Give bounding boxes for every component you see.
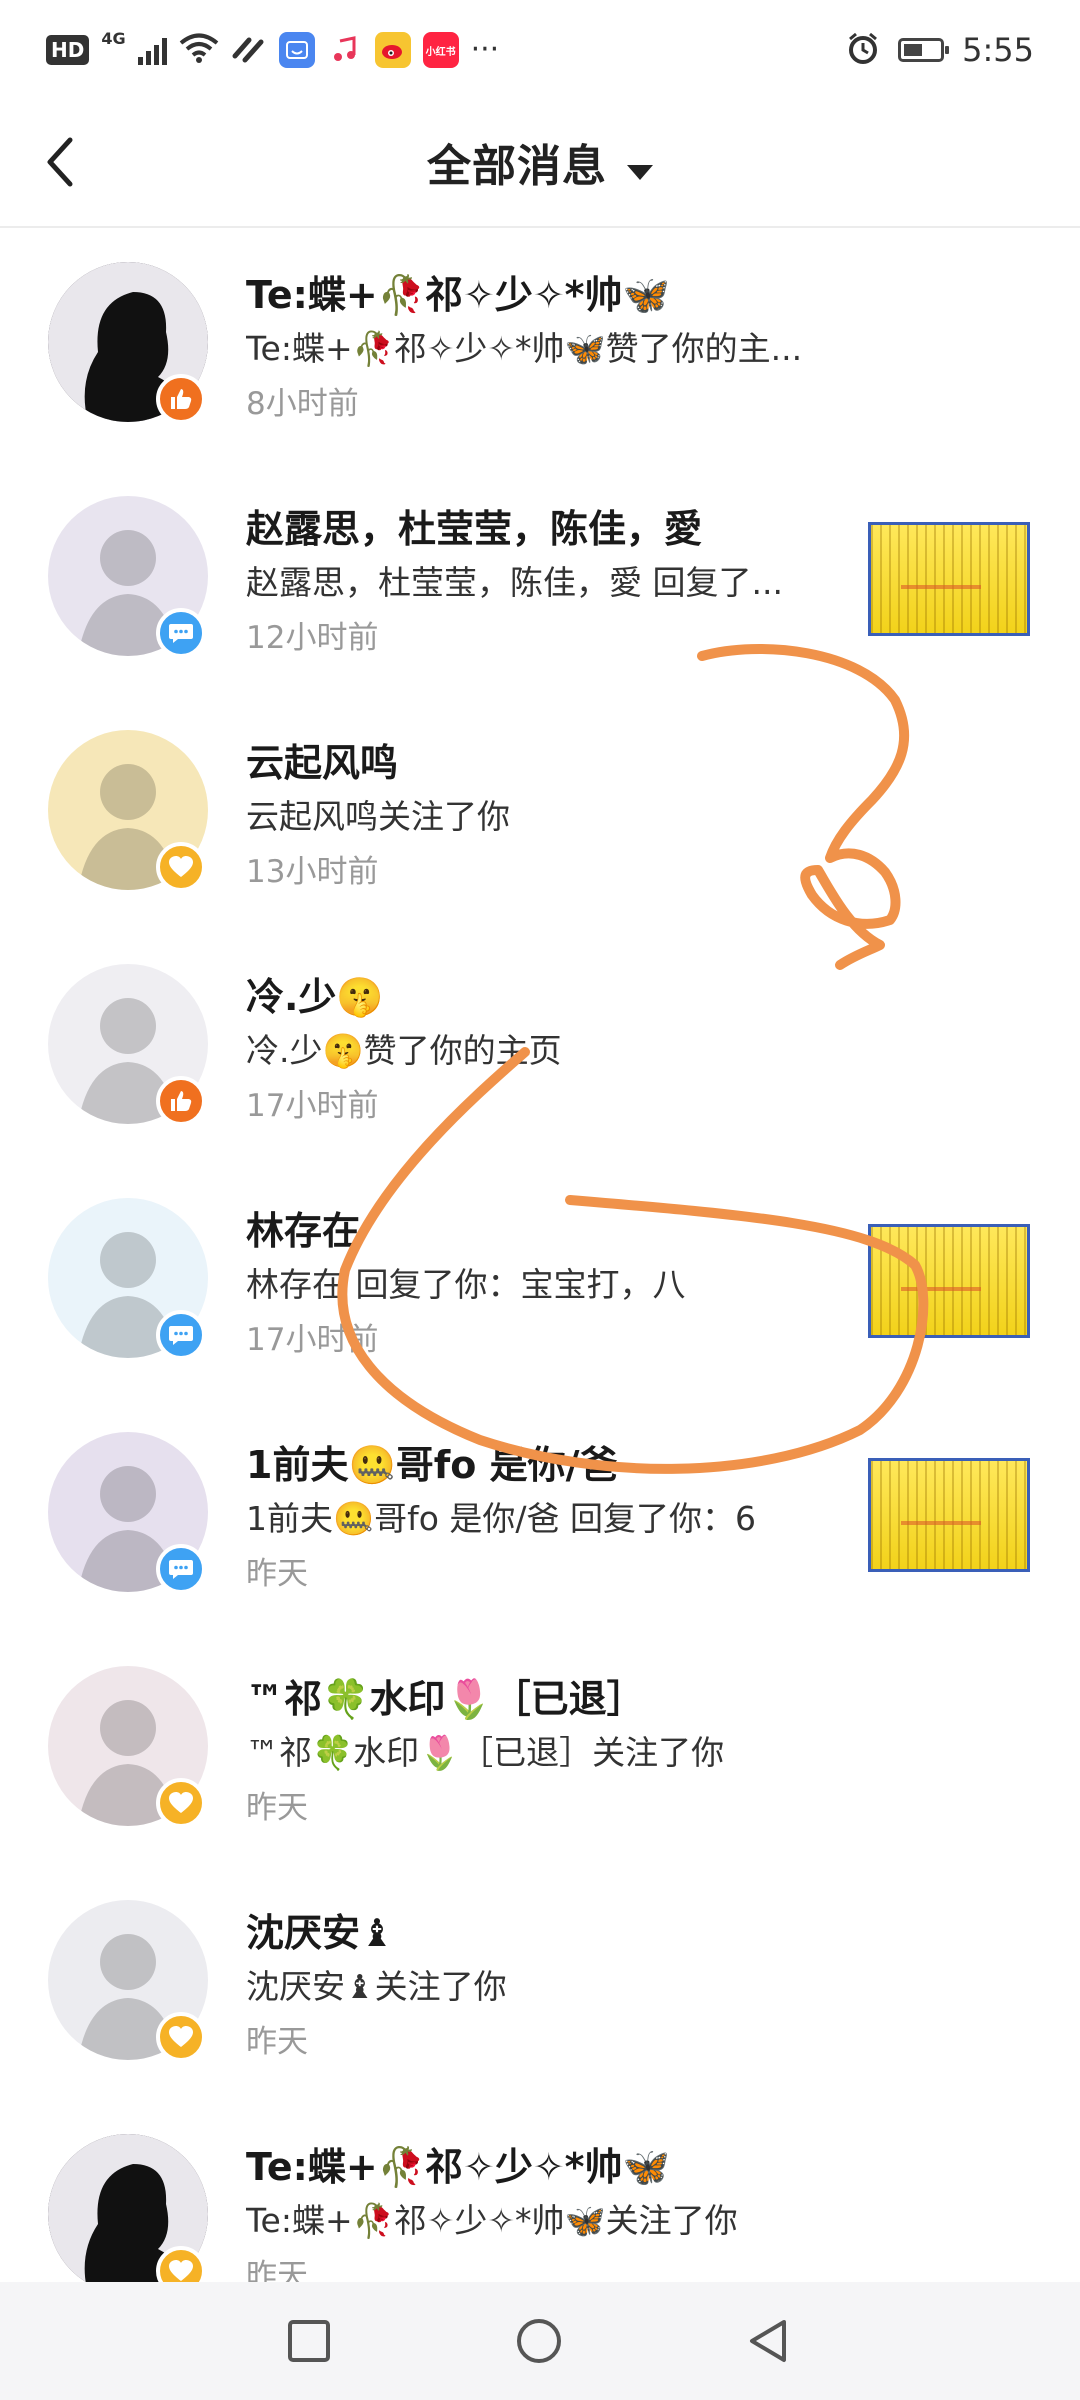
message-text: Te:蝶+🥀祁✧少✧*帅🦋赞了你的主... xyxy=(246,329,803,368)
message-item[interactable]: 赵露思，杜莹莹，陈佳，愛 赵露思，杜莹莹，陈佳，愛 回复了... 12小时前 xyxy=(0,460,1080,694)
comment-badge-icon xyxy=(156,1310,206,1360)
music-icon xyxy=(327,32,363,68)
message-filter-dropdown[interactable]: 全部消息 xyxy=(0,130,1080,194)
network-type: 4G xyxy=(101,28,126,48)
message-time: 昨天 xyxy=(246,2024,308,2060)
message-time: 昨天 xyxy=(246,1790,308,1826)
message-time: 17小时前 xyxy=(246,1088,379,1124)
link-icon xyxy=(231,32,267,68)
system-navigation-bar xyxy=(0,2282,1080,2400)
message-item[interactable]: 沈厌安♝ 沈厌安♝关注了你 昨天 xyxy=(0,1864,1080,2098)
message-time: 8小时前 xyxy=(246,386,359,422)
post-thumbnail[interactable] xyxy=(868,1458,1030,1572)
xiaohongshu-icon: 小红书 xyxy=(422,32,459,68)
caret-down-icon xyxy=(627,165,653,180)
sender-name[interactable]: 云起风鸣 xyxy=(246,732,398,787)
status-bar-right: 5:55 xyxy=(846,28,1034,72)
follow-badge-icon xyxy=(156,1778,206,1828)
message-text: Te:蝶+🥀祁✧少✧*帅🦋关注了你 xyxy=(246,2201,738,2240)
page-title: 全部消息 xyxy=(427,141,607,192)
tmall-icon xyxy=(278,32,315,68)
message-item[interactable]: 冷.少🤫 冷.少🤫赞了你的主页 17小时前 xyxy=(0,928,1080,1162)
signal-icon xyxy=(137,35,167,65)
post-thumbnail[interactable] xyxy=(868,522,1030,636)
like-badge-icon xyxy=(156,374,206,424)
message-time: 17小时前 xyxy=(246,1322,379,1358)
more-notifications-icon: ··· xyxy=(470,32,500,67)
home-button[interactable] xyxy=(514,2316,564,2366)
hd-badge: HD xyxy=(46,35,90,65)
message-time: 12小时前 xyxy=(246,620,379,656)
status-bar-left: HD 4G 小红书 ··· xyxy=(46,28,499,72)
like-badge-icon xyxy=(156,1076,206,1126)
status-bar: HD 4G 小红书 ··· 5:55 xyxy=(0,0,1080,100)
sender-name[interactable]: 沈厌安♝ xyxy=(246,1902,394,1957)
top-app-bar: 全部消息 xyxy=(0,100,1080,228)
follow-badge-icon xyxy=(156,842,206,892)
message-item[interactable]: ™祁🍀水印🌷［已退］ ™祁🍀水印🌷［已退］关注了你 昨天 xyxy=(0,1630,1080,1864)
message-time: 昨天 xyxy=(246,1556,308,1592)
alarm-icon xyxy=(846,31,880,69)
sender-name[interactable]: 林存在 xyxy=(246,1200,360,1255)
sender-name[interactable]: Te:蝶+🥀祁✧少✧*帅🦋 xyxy=(246,264,670,319)
xiaohongshu-label: 小红书 xyxy=(425,46,456,58)
message-item[interactable]: 云起风鸣 云起风鸣关注了你 13小时前 xyxy=(0,694,1080,928)
message-text: 林存在 回复了你：宝宝打，八 xyxy=(246,1265,686,1304)
recent-apps-button[interactable] xyxy=(284,2316,334,2366)
message-item[interactable]: 林存在 林存在 回复了你：宝宝打，八 17小时前 xyxy=(0,1162,1080,1396)
message-time: 13小时前 xyxy=(246,854,379,890)
message-item[interactable]: Te:蝶+🥀祁✧少✧*帅🦋 Te:蝶+🥀祁✧少✧*帅🦋赞了你的主... 8小时前 xyxy=(0,226,1080,460)
sender-name[interactable]: 1前夫🤐哥fo 是你/爸 xyxy=(246,1434,618,1489)
message-text: 1前夫🤐哥fo 是你/爸 回复了你：6 xyxy=(246,1499,756,1538)
message-text: 冷.少🤫赞了你的主页 xyxy=(246,1031,562,1070)
sender-name[interactable]: Te:蝶+🥀祁✧少✧*帅🦋 xyxy=(246,2136,670,2191)
comment-badge-icon xyxy=(156,1544,206,1594)
message-text: 沈厌安♝关注了你 xyxy=(246,1967,507,2006)
message-text: ™祁🍀水印🌷［已退］关注了你 xyxy=(246,1733,725,1772)
post-thumbnail[interactable] xyxy=(868,1224,1030,1338)
message-text: 赵露思，杜莹莹，陈佳，愛 回复了... xyxy=(246,563,783,602)
battery-icon xyxy=(898,38,950,62)
sender-name[interactable]: 赵露思，杜莹莹，陈佳，愛 xyxy=(246,498,702,553)
wifi-icon xyxy=(179,32,219,68)
sender-name[interactable]: ™祁🍀水印🌷［已退］ xyxy=(246,1668,645,1723)
follow-badge-icon xyxy=(156,2012,206,2062)
back-nav-button[interactable] xyxy=(744,2316,794,2366)
message-item[interactable]: 1前夫🤐哥fo 是你/爸 1前夫🤐哥fo 是你/爸 回复了你：6 昨天 xyxy=(0,1396,1080,1630)
message-text: 云起风鸣关注了你 xyxy=(246,797,510,836)
comment-badge-icon xyxy=(156,608,206,658)
sender-name[interactable]: 冷.少🤫 xyxy=(246,966,384,1021)
clock: 5:55 xyxy=(962,31,1034,69)
weibo-icon xyxy=(374,32,411,68)
